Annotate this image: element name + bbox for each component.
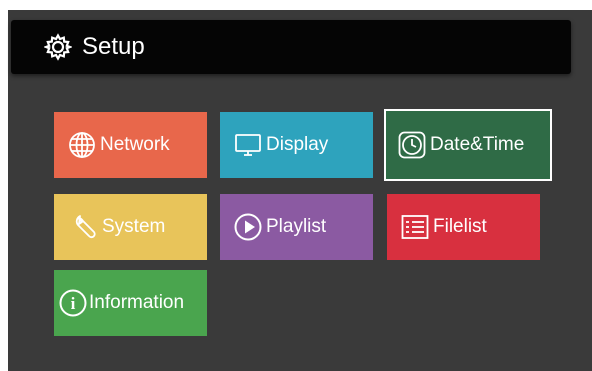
network-tile[interactable]: Network <box>54 112 207 178</box>
svg-text:i: i <box>71 294 76 313</box>
display-label: Display <box>266 134 329 155</box>
gear-icon <box>42 33 74 61</box>
date-time-label: Date&Time <box>430 134 525 155</box>
monitor-icon <box>233 130 263 160</box>
setup-header: Setup <box>11 20 571 74</box>
list-icon <box>400 212 430 242</box>
page-title: Setup <box>82 33 145 60</box>
clock-icon <box>397 130 427 160</box>
playlist-label: Playlist <box>266 216 327 237</box>
information-tile[interactable]: i Information <box>54 270 207 336</box>
wrench-icon <box>72 212 102 242</box>
network-label: Network <box>100 134 170 155</box>
info-icon: i <box>58 288 88 318</box>
play-icon <box>233 212 263 242</box>
information-label: Information <box>89 292 185 313</box>
system-label: System <box>102 216 166 237</box>
system-tile[interactable]: System <box>54 194 207 260</box>
playlist-tile[interactable]: Playlist <box>220 194 373 260</box>
filelist-tile[interactable]: Filelist <box>387 194 540 260</box>
filelist-label: Filelist <box>433 216 487 237</box>
globe-icon <box>67 130 97 160</box>
display-tile[interactable]: Display <box>220 112 373 178</box>
date-time-tile[interactable]: Date&Time <box>384 109 552 181</box>
